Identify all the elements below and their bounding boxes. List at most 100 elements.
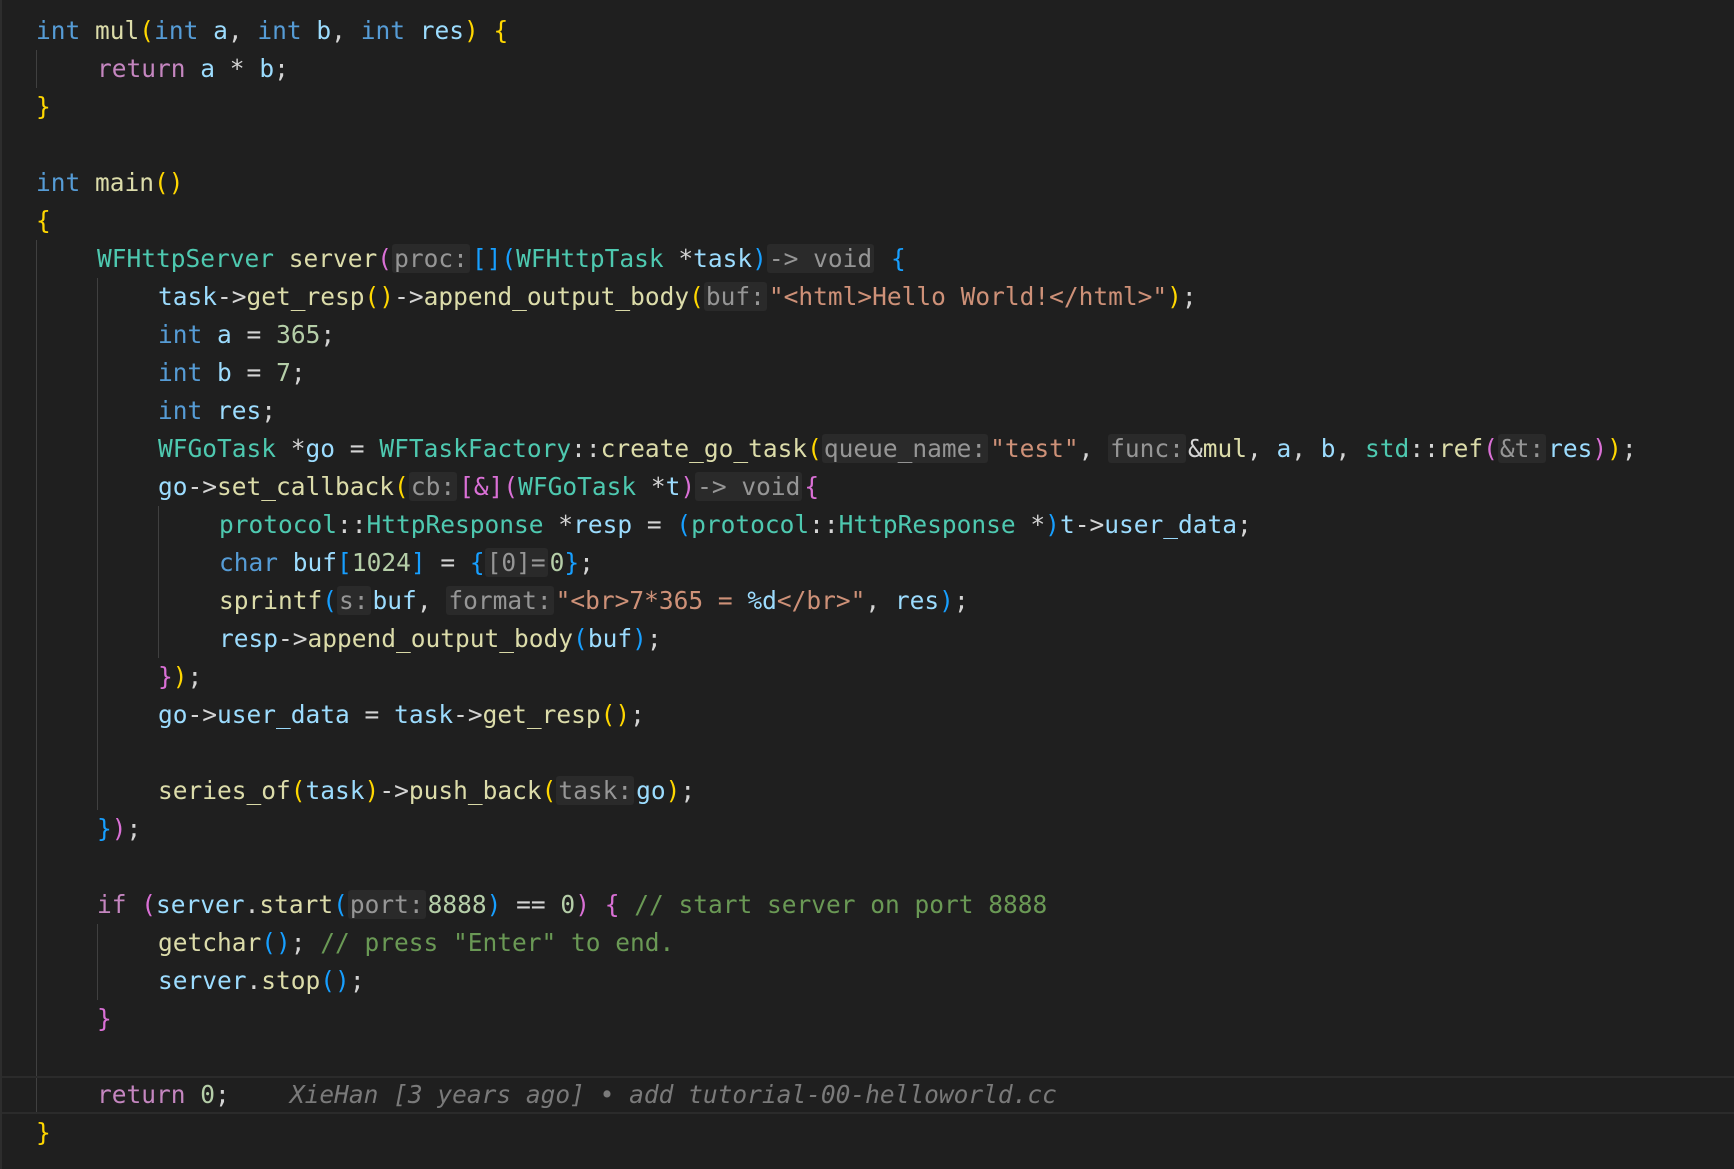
code-line[interactable]: int res; [36, 392, 1734, 430]
code-token: task [158, 282, 218, 311]
code-token: * [1015, 510, 1046, 539]
code-token: []( [471, 244, 517, 273]
code-token: b [217, 358, 232, 387]
code-line[interactable]: server.stop(); [36, 962, 1734, 1000]
code-line[interactable]: int a = 365; [36, 316, 1734, 354]
code-token: ) [364, 776, 380, 805]
code-token: -> [278, 624, 308, 653]
code-line[interactable]: int mul(int a, int b, int res) { [36, 12, 1734, 50]
code-token: -> [379, 776, 409, 805]
code-line[interactable]: go->user_data = task->get_resp(); [36, 696, 1734, 734]
code-line[interactable]: resp->append_output_body(buf); [36, 620, 1734, 658]
code-token: create_go_task [600, 434, 808, 463]
inlay-hint: task: [556, 776, 635, 805]
code-line[interactable] [36, 126, 1734, 164]
code-token: ( [322, 586, 338, 615]
code-token: = [231, 358, 277, 387]
code-token: { [469, 548, 485, 577]
indent-guide [158, 544, 159, 582]
code-line[interactable]: series_of(task)->push_back(task: go); [36, 772, 1734, 810]
code-token: ; [274, 54, 289, 83]
code-line[interactable]: if (server.start(port: 8888) == 0) { // s… [36, 886, 1734, 924]
code-token: ; [1621, 434, 1637, 463]
code-token: ; [290, 358, 306, 387]
inlay-hint: buf: [703, 282, 767, 311]
code-line[interactable]: int b = 7; [36, 354, 1734, 392]
code-token: ; [126, 814, 142, 843]
code-token: b [259, 54, 275, 83]
code-token: user_data [1104, 510, 1237, 539]
code-token: ref [1438, 434, 1484, 463]
code-line[interactable]: }); [36, 810, 1734, 848]
inlay-hint: port: [347, 890, 426, 919]
code-line[interactable]: return a * b; [36, 50, 1734, 88]
code-token: () [320, 966, 350, 995]
code-editor[interactable]: int mul(int a, int b, int res) {return a… [0, 0, 1734, 1169]
indent-guide [97, 734, 98, 772]
code-token: -> [187, 472, 218, 501]
indent-guide [97, 468, 98, 506]
code-token: ) [172, 662, 188, 691]
code-token: char [219, 548, 279, 577]
indent-guide [97, 924, 98, 962]
code-line[interactable]: WFGoTask *go = WFTaskFactory::create_go_… [36, 430, 1734, 468]
code-token: go [636, 776, 666, 805]
indent-guide [36, 696, 37, 734]
code-token: go [158, 700, 188, 729]
code-token: ( [541, 776, 557, 805]
code-line[interactable]: char buf[1024] = {[0]= 0}; [36, 544, 1734, 582]
code-token: a [1276, 434, 1292, 463]
code-token: -> [453, 700, 483, 729]
indent-guide [36, 430, 37, 468]
code-token: ; [349, 966, 365, 995]
code-line[interactable]: return 0; XieHan [3 years ago] • add tuto… [2, 1076, 1734, 1114]
code-token: ) [575, 890, 590, 919]
code-line[interactable] [36, 848, 1734, 886]
code-token: ( [807, 434, 822, 463]
code-token: . [244, 890, 260, 919]
code-token: start [259, 890, 334, 919]
code-line[interactable]: task->get_resp()->append_output_body(buf… [36, 278, 1734, 316]
code-token: mul [95, 16, 140, 45]
code-line[interactable] [36, 734, 1734, 772]
code-token: * [663, 244, 694, 273]
code-line[interactable]: sprintf(s: buf, format: "<br>7*365 = %d</b… [36, 582, 1734, 620]
code-token: int [158, 396, 203, 425]
code-line[interactable]: protocol::HttpResponse *resp = (protocol… [36, 506, 1734, 544]
code-line[interactable]: go->set_callback(cb: [&](WFGoTask *t)-> v… [36, 468, 1734, 506]
inlay-hint: func: [1108, 434, 1186, 463]
code-line[interactable]: } [36, 1000, 1734, 1038]
code-token: * [215, 54, 260, 83]
code-token: -> [1074, 510, 1105, 539]
code-token: if [97, 890, 127, 919]
code-token: -> [394, 282, 424, 311]
code-token: ( [141, 890, 157, 919]
code-token: append_output_body [307, 624, 574, 653]
code-line[interactable]: { [36, 202, 1734, 240]
code-token: } [36, 1118, 51, 1147]
code-token: int [154, 16, 199, 45]
code-token: server [156, 890, 245, 919]
code-line[interactable]: getchar(); // press "Enter" to end. [36, 924, 1734, 962]
code-token: , [865, 586, 895, 615]
code-line[interactable]: } [36, 1114, 1734, 1152]
code-token: a [213, 16, 228, 45]
code-token: () [600, 700, 631, 729]
code-token: 8888 [427, 890, 487, 919]
code-area[interactable]: int mul(int a, int b, int res) {return a… [2, 12, 1734, 1152]
indent-guide [36, 1078, 37, 1112]
code-token: , [1335, 434, 1366, 463]
code-line[interactable]: WFHttpServer server(proc: [](WFHttpTask *… [36, 240, 1734, 278]
code-token: // press "Enter" to end. [320, 928, 675, 957]
code-line[interactable]: } [36, 88, 1734, 126]
code-line[interactable]: int main() [36, 164, 1734, 202]
code-token: a [217, 320, 232, 349]
code-line[interactable]: }); [36, 658, 1734, 696]
indent-guide [36, 734, 37, 772]
indent-guide [97, 658, 98, 696]
code-token: ; [646, 624, 662, 653]
code-line[interactable] [36, 1038, 1734, 1076]
